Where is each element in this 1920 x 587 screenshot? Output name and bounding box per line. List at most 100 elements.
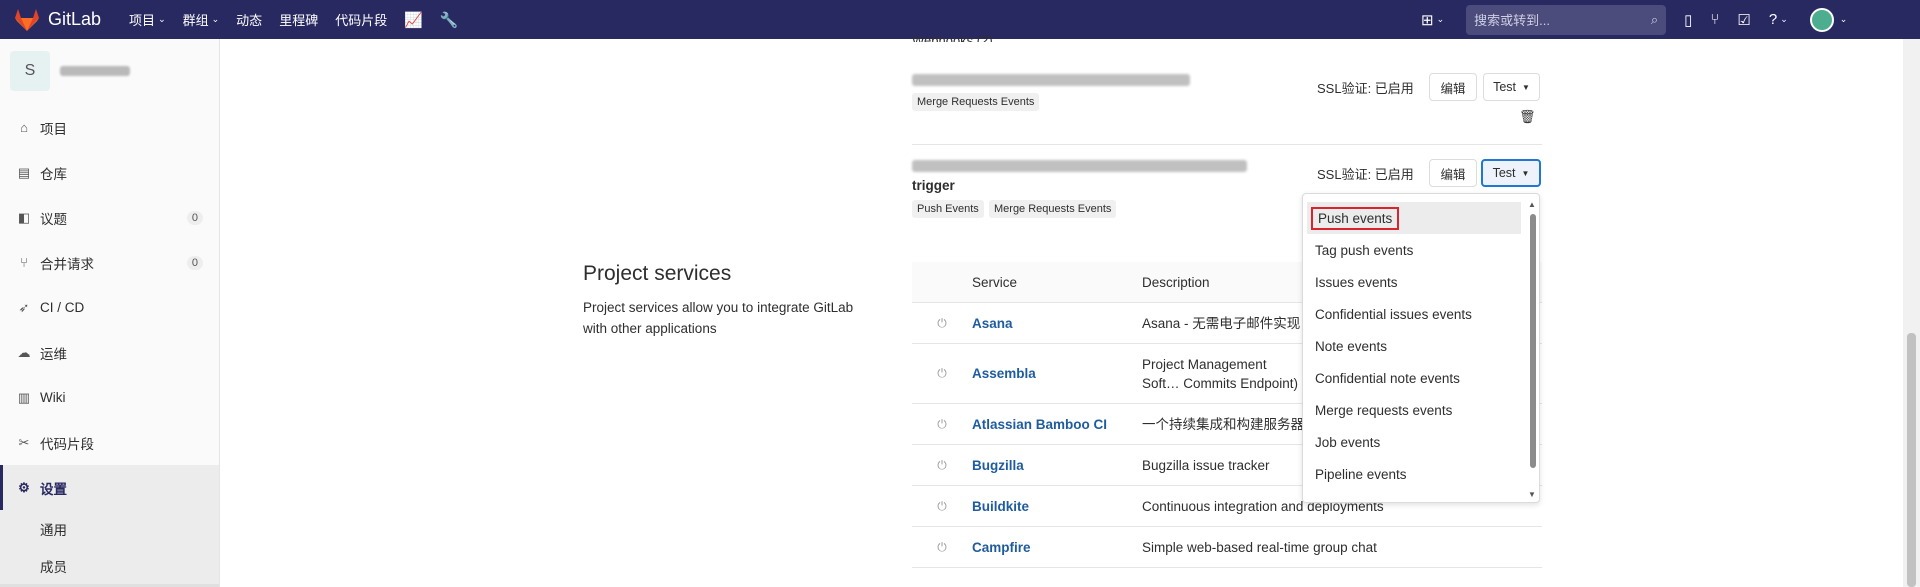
nav-right: ⊞ ⌄ 搜索或转到... ⌕ ▯ ⑂ ☑ ? ⌄ ⌄ [1403, 0, 1847, 39]
gitlab-logo[interactable]: GitLab [14, 8, 101, 32]
issues-count-badge: 0 [186, 210, 203, 225]
dropdown-item-issues-events[interactable]: Issues events [1303, 266, 1539, 298]
chevron-down-icon[interactable]: ⌄ [1840, 14, 1848, 25]
mr-count-badge: 0 [186, 255, 203, 270]
sidebar-item-settings[interactable]: ⚙ 设置 [0, 465, 219, 510]
sidebar-subitem-members[interactable]: 成员 [0, 547, 219, 584]
event-tag: Push Events [912, 200, 984, 218]
nav-activity[interactable]: 动态 [236, 10, 262, 29]
help-icon[interactable]: ? ⌄ [1769, 11, 1788, 28]
service-link[interactable]: Campfire [972, 540, 1142, 555]
event-tag: Merge Requests Events [912, 93, 1040, 111]
dropdown-item-push-events[interactable]: Push events [1307, 202, 1521, 234]
service-description: Simple web-based real-time group chat [1142, 539, 1377, 555]
page-scrollbar[interactable] [1903, 39, 1920, 587]
sidebar-item-snippets[interactable]: ✂ 代码片段 [0, 420, 219, 465]
book-icon: ▤ [17, 164, 31, 180]
issues-nav-icon[interactable]: ▯ [1684, 11, 1692, 29]
scissors-icon: ✂ [18, 434, 30, 450]
service-link[interactable]: Atlassian Bamboo CI [972, 417, 1142, 432]
edit-webhook-button[interactable]: 编辑 [1429, 159, 1477, 187]
plus-square-icon[interactable]: ⊞ ⌄ [1421, 11, 1444, 29]
sidebar-subitem-general[interactable]: 通用 [0, 510, 219, 547]
chart-icon[interactable]: 📈 [404, 11, 423, 29]
dropdown-item-job-events[interactable]: Job events [1303, 426, 1539, 458]
dropdown-item-tag-push-events[interactable]: Tag push events [1303, 234, 1539, 266]
dropdown-item-confidential-issues-events[interactable]: Confidential issues events [1303, 298, 1539, 330]
service-link[interactable]: Bugzilla [972, 458, 1142, 473]
project-header[interactable]: S [0, 39, 219, 105]
dropdown-item-confidential-note-events[interactable]: Confidential note events [1303, 362, 1539, 394]
nav-links: 项目 ⌄ 群组 ⌄ 动态 里程碑 代码片段 📈 🔧 [129, 10, 476, 29]
caret-down-icon: ▼ [1521, 168, 1530, 178]
test-events-dropdown: Push events Tag push events Issues event… [1302, 193, 1540, 503]
nav-groups[interactable]: 群组 ⌄ [183, 10, 220, 29]
chevron-down-icon: ⌄ [211, 14, 220, 24]
dropdown-item-note-events[interactable]: Note events [1303, 330, 1539, 362]
divider [912, 144, 1542, 145]
sidebar-item-wiki[interactable]: ▥ Wiki [0, 375, 219, 420]
sidebar-item-ci-cd[interactable]: ➶ CI / CD [0, 285, 219, 330]
todo-icon[interactable]: ☑ [1737, 11, 1750, 29]
rocket-icon: ➶ [18, 299, 30, 315]
home-icon: ⌂ [20, 120, 28, 135]
service-link[interactable]: Assembla [972, 366, 1142, 381]
power-icon: ⏻ [937, 498, 947, 513]
sidebar-item-operations[interactable]: ☁ 运维 [0, 330, 219, 375]
ssl-status: SSL验证: 已启用 [1317, 167, 1414, 182]
sidebar-item-merge-requests[interactable]: ⑂ 合并请求 0 [0, 240, 219, 285]
column-header-service: Service [972, 274, 1018, 290]
power-icon: ⏻ [937, 457, 947, 472]
dropdown-item-merge-requests-events[interactable]: Merge requests events [1303, 394, 1539, 426]
search-icon: ⌕ [1650, 11, 1659, 27]
service-link[interactable]: Buildkite [972, 499, 1142, 514]
ssl-status: SSL验证: 已启用 [1317, 81, 1414, 96]
user-avatar[interactable] [1809, 7, 1834, 32]
caret-down-icon: ▼ [1522, 82, 1530, 92]
dropdown-scrollbar-thumb[interactable] [1530, 214, 1536, 468]
chevron-down-icon: ⌄ [158, 14, 166, 24]
nav-milestones[interactable]: 里程碑 [279, 10, 318, 29]
sidebar-item-project[interactable]: ⌂ 项目 [0, 105, 219, 150]
power-icon: ⏻ [937, 315, 947, 330]
test-webhook-button[interactable]: Test ▼ [1481, 159, 1541, 187]
project-name-blurred [60, 66, 130, 76]
webhooks-heading: Webhooks (2) [912, 33, 993, 42]
brand-name: GitLab [48, 9, 102, 29]
sidebar-item-repository[interactable]: ▤ 仓库 [0, 150, 219, 195]
scroll-up-arrow-icon[interactable]: ▲ [1528, 200, 1536, 209]
merge-request-icon: ⑂ [20, 255, 28, 270]
webhook-url-blurred [912, 74, 1190, 86]
dropdown-scrollbar[interactable]: ▲ ▼ [1528, 200, 1537, 500]
gear-icon: ⚙ [18, 479, 30, 495]
event-tag: Merge Requests Events [989, 200, 1117, 218]
cloud-gear-icon: ☁ [17, 344, 31, 360]
test-webhook-button[interactable]: Test ▼ [1483, 73, 1540, 101]
scroll-down-arrow-icon[interactable]: ▼ [1528, 490, 1536, 499]
table-row[interactable]: ⏻ Campfire Simple web-based real-time gr… [912, 527, 1542, 568]
power-icon: ⏻ [937, 539, 947, 554]
nav-projects[interactable]: 项目 ⌄ [129, 10, 166, 29]
trash-icon[interactable]: 🗑 [1519, 109, 1536, 125]
book-icon: ▥ [17, 389, 31, 405]
project-avatar: S [10, 51, 50, 91]
nav-snippets[interactable]: 代码片段 [335, 10, 387, 29]
merge-request-nav-icon[interactable]: ⑂ [1710, 11, 1719, 28]
service-link[interactable]: Asana [972, 316, 1142, 331]
power-icon: ⏻ [937, 416, 947, 431]
webhook-url-tail: trigger [912, 178, 955, 193]
sidebar: S ⌂ 项目 ▤ 仓库 ◧ 议题 0 ⑂ 合并请求 0 ➶ CI / CD ☁ 运维 ▥ Wiki… [0, 39, 220, 587]
project-services-title: Project services [583, 262, 732, 285]
edit-webhook-button[interactable]: 编辑 [1429, 73, 1477, 101]
webhook-url-blurred [912, 160, 1247, 172]
wrench-icon[interactable]: 🔧 [440, 11, 459, 29]
dropdown-item-pipeline-events[interactable]: Pipeline events [1303, 458, 1539, 490]
sidebar-item-issues[interactable]: ◧ 议题 0 [0, 195, 219, 240]
project-services-description: Project services allow you to integrate … [583, 300, 854, 336]
search-input[interactable]: 搜索或转到... ⌕ [1466, 4, 1667, 35]
power-icon: ⏻ [937, 366, 947, 380]
issues-icon: ◧ [17, 209, 31, 225]
page-scrollbar-thumb[interactable] [1907, 333, 1916, 587]
service-description: Project Management Soft… Commits Endpoin… [1142, 356, 1299, 391]
gitlab-tanuki-icon [15, 8, 39, 31]
